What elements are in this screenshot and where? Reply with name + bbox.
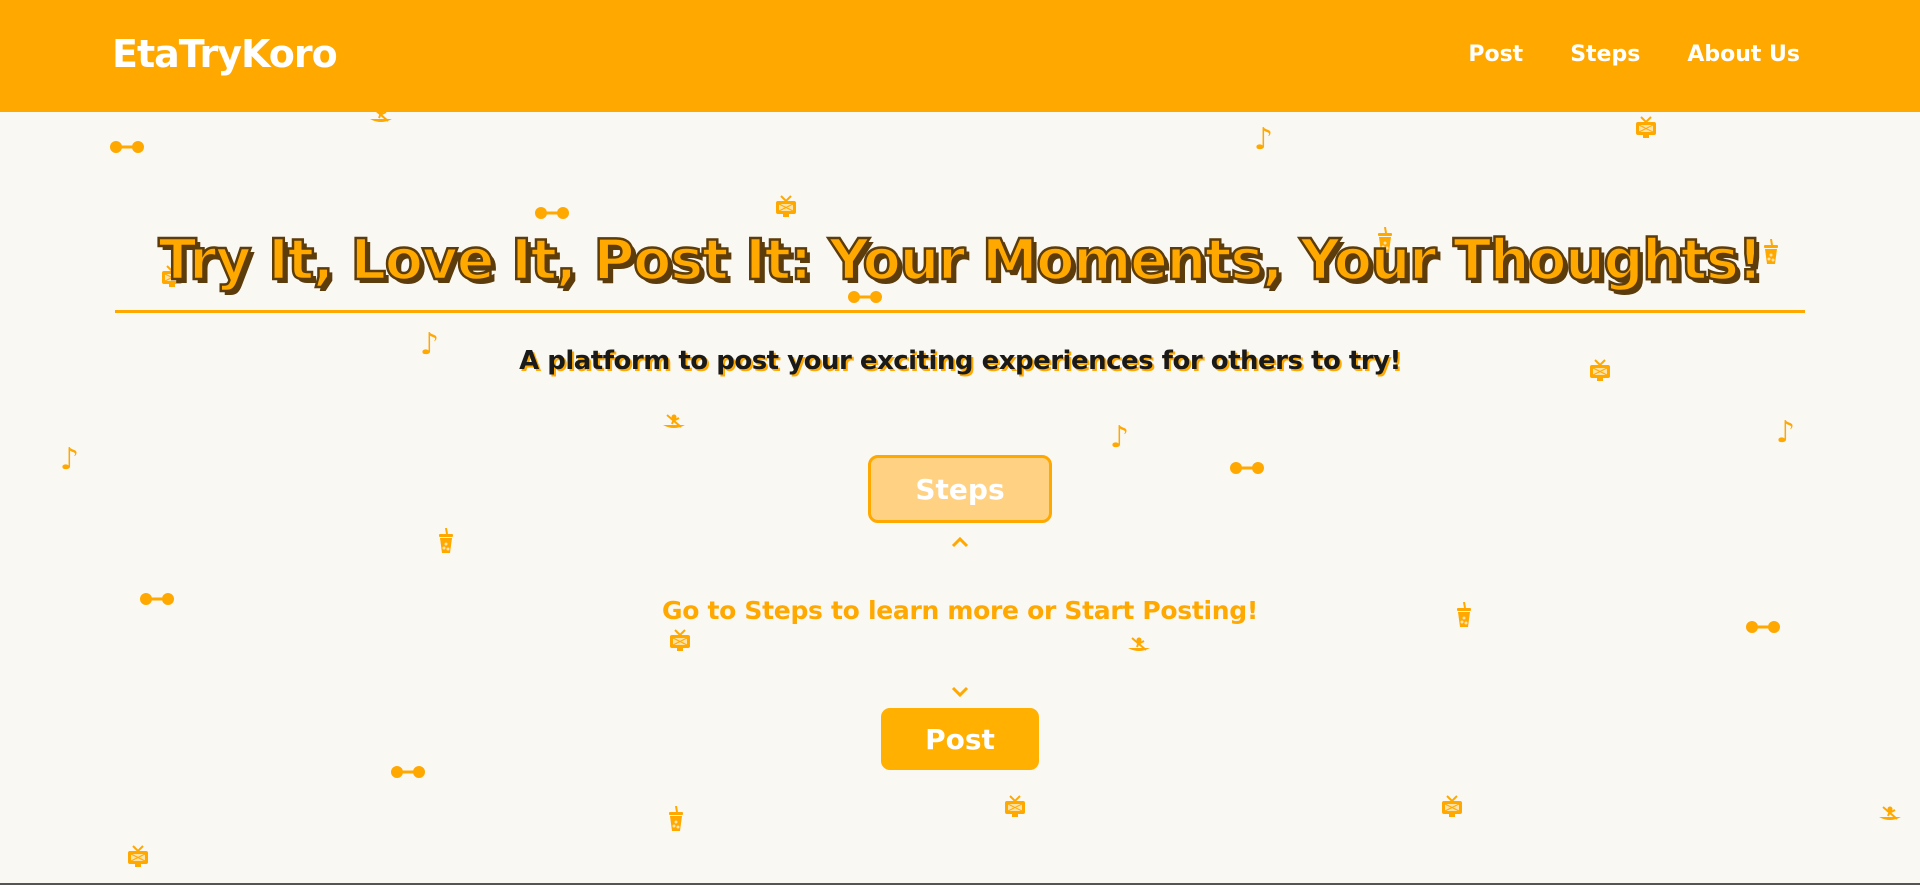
hero-divider [115, 310, 1805, 313]
rowing-boat-icon [661, 413, 687, 431]
rowing-boat-icon [1877, 805, 1903, 823]
chevron-down-icon [950, 682, 970, 703]
hero-subtitle: A platform to post your exciting experie… [519, 346, 1401, 376]
dumbbell-icon [110, 140, 144, 154]
dumbbell-icon [535, 206, 569, 220]
music-note-icon: ♪ [60, 442, 80, 477]
dumbbell-icon [1230, 461, 1264, 475]
music-note-icon: ♪ [1110, 420, 1130, 455]
nav-link-post[interactable]: Post [1468, 42, 1523, 67]
tv-icon [1634, 115, 1658, 139]
music-note-icon: ♪ [1776, 415, 1796, 450]
dumbbell-icon [391, 765, 425, 779]
nav-links: Post Steps About Us [1468, 42, 1800, 67]
tv-icon [1440, 794, 1464, 818]
boba-cup-icon [668, 806, 684, 832]
tv-icon [126, 844, 150, 868]
music-note-icon: ♪ [1254, 122, 1274, 157]
tv-icon [774, 194, 798, 218]
boba-cup-icon [438, 528, 454, 554]
tv-icon [1003, 794, 1027, 818]
chevron-up-icon [950, 532, 970, 553]
post-button[interactable]: Post [881, 708, 1039, 770]
navbar: EtaTryKoro Post Steps About Us [0, 0, 1920, 112]
cta-text: Go to Steps to learn more or Start Posti… [662, 596, 1258, 625]
tv-icon [668, 628, 692, 652]
nav-link-steps[interactable]: Steps [1570, 42, 1640, 67]
nav-link-about-us[interactable]: About Us [1687, 42, 1800, 67]
rowing-boat-icon [1126, 636, 1152, 654]
steps-button[interactable]: Steps [868, 455, 1052, 523]
brand-logo[interactable]: EtaTryKoro [112, 32, 338, 76]
hero-title: Try It, Love It, Post It: Your Moments, … [157, 227, 1764, 295]
